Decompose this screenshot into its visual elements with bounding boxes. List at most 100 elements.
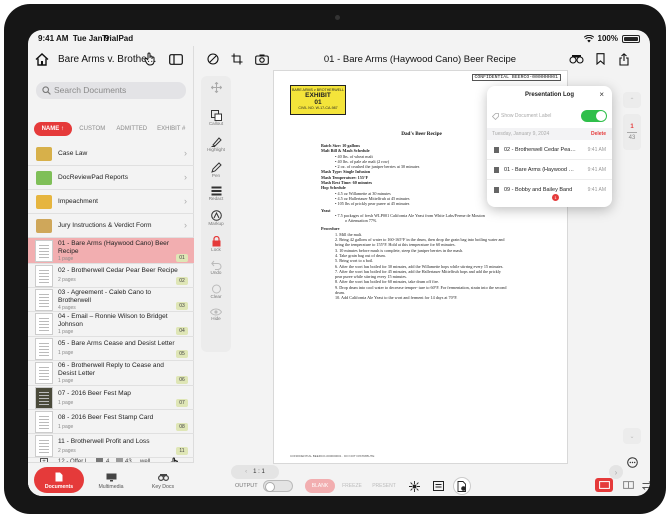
- sort-tab-exhibit[interactable]: EXHIBIT #: [153, 122, 191, 136]
- document-row-02[interactable]: 02 - Brotherwell Cedar Pear Beer Recipe …: [28, 264, 194, 288]
- crop-icon[interactable]: [229, 51, 245, 67]
- log-item-name: 01 - Bare Arms (Haywood Ca…: [504, 167, 576, 173]
- document-row-05[interactable]: 05 - Bare Arms Cease and Desist Letter 1…: [28, 337, 194, 361]
- chevron-left-icon[interactable]: ‹: [245, 469, 247, 475]
- swap-icon[interactable]: [641, 478, 650, 492]
- freeze-button[interactable]: FREEZE: [337, 479, 367, 493]
- sort-tab-custom[interactable]: CUSTOM: [74, 122, 112, 136]
- display-mode-single[interactable]: [595, 478, 613, 492]
- tool-undo[interactable]: Undo: [201, 260, 231, 275]
- tool-clear[interactable]: Clear: [201, 284, 231, 299]
- tool-markup[interactable]: Markup: [201, 210, 231, 226]
- exhibit-sticker[interactable]: BARE ARMS v BROTHERWELL EXHIBIT 01 CIVIL…: [290, 85, 346, 115]
- tool-label: Pen: [211, 173, 221, 178]
- document-title: 06 - Brotherwell Reply to Cease and Desi…: [58, 362, 164, 377]
- display-mode-split[interactable]: [619, 478, 637, 492]
- exhibit-label: EXHIBIT: [305, 92, 331, 99]
- sort-tab-name[interactable]: NAME ↑: [34, 122, 72, 136]
- status-app-name: TrialPad: [102, 34, 134, 43]
- presentation-bar: OUTPUT BLANK FREEZE PRESENT: [195, 476, 650, 496]
- output-toggle[interactable]: [263, 480, 293, 492]
- more-icon: [626, 456, 638, 468]
- delete-button[interactable]: Delete: [591, 131, 606, 137]
- document-pages: 1 page: [58, 378, 74, 384]
- folder-icon: [36, 219, 52, 233]
- tool-callout[interactable]: Callout: [201, 110, 231, 126]
- log-item[interactable]: 09 - Bobby and Bailey Band 9:41 AM 1: [487, 180, 612, 201]
- laser-pointer-icon[interactable]: [407, 479, 421, 493]
- document-row-04[interactable]: 04 - Email – Ronnie Wilson to Bridget Jo…: [28, 312, 194, 337]
- log-item-name: 09 - Bobby and Bailey Band: [504, 187, 573, 193]
- tool-pen[interactable]: Pen: [201, 162, 231, 178]
- exhibit-stamp-icon[interactable]: [567, 51, 585, 67]
- folder-title: Jury Instructions & Verdict Form: [58, 222, 152, 229]
- page-indicator: 1 : 1: [253, 469, 265, 475]
- folder-row-case-law[interactable]: Case Law ›: [28, 142, 194, 166]
- document-row-08[interactable]: 08 - 2016 Beer Fest Stamp Card 1 page 08: [28, 410, 194, 434]
- document-pages: 1 page: [58, 329, 74, 335]
- show-label-toggle[interactable]: [581, 110, 607, 122]
- output-label: OUTPUT: [235, 483, 258, 489]
- document-thumbnail: [35, 265, 53, 287]
- tool-move[interactable]: [201, 82, 231, 93]
- document-row-06[interactable]: 06 - Brotherwell Reply to Cease and Desi…: [28, 361, 194, 386]
- tab-label: Documents: [44, 484, 74, 490]
- hand-pointer-icon[interactable]: [142, 51, 158, 67]
- rail-divider: [627, 131, 637, 133]
- exhibit-number-badge: 04: [176, 327, 188, 335]
- split-screen-icon: [622, 481, 634, 489]
- rail-up-button[interactable]: ⌃: [623, 92, 641, 108]
- tab-documents[interactable]: Documents: [34, 467, 84, 493]
- folder-row-impeachment[interactable]: Impeachment ›: [28, 190, 194, 214]
- tool-label: Clear: [210, 294, 222, 299]
- log-item[interactable]: 02 - Brotherwell Cedar Pear… 9:41 AM: [487, 140, 612, 160]
- folder-icon: [36, 171, 52, 185]
- exhibit-number-badge: 02: [176, 277, 188, 285]
- status-right: 100%: [583, 34, 640, 43]
- exhibit-number-badge: 08: [176, 423, 188, 431]
- no-annotation-icon[interactable]: [205, 51, 221, 67]
- document-row-01[interactable]: 01 - Bare Arms (Haywood Cano) Beer Recip…: [28, 238, 194, 264]
- more-button[interactable]: [623, 454, 641, 470]
- blank-button[interactable]: BLANK: [305, 479, 335, 493]
- document-row-07[interactable]: 07 - 2016 Beer Fest Map 1 page 07: [28, 386, 194, 410]
- rail-down-button[interactable]: ⌄: [623, 428, 641, 444]
- undo-icon: [210, 260, 221, 270]
- document-pages: 2 pages: [58, 448, 76, 454]
- tool-hide[interactable]: Hide: [201, 308, 231, 321]
- document-title: 05 - Bare Arms Cease and Desist Letter: [58, 340, 175, 347]
- document-row-03[interactable]: 03 - Agreement - Caleb Cano to Brotherwe…: [28, 288, 194, 312]
- camera-icon[interactable]: [253, 51, 271, 67]
- document-title-header: 01 - Bare Arms (Haywood Cano) Beer Recip…: [323, 54, 517, 65]
- presentation-log-button[interactable]: [453, 477, 471, 495]
- share-icon[interactable]: [617, 51, 631, 67]
- bookmark-icon[interactable]: [593, 51, 607, 67]
- log-date: Tuesday, January 9, 2024: [492, 131, 550, 137]
- rail-page-counter[interactable]: 1 43: [623, 114, 641, 150]
- tool-redact[interactable]: Redact: [201, 186, 231, 201]
- tool-highlight[interactable]: Highlight: [201, 136, 231, 152]
- front-camera: [335, 15, 340, 20]
- log-item[interactable]: 01 - Bare Arms (Haywood Ca… 9:41 AM: [487, 160, 612, 180]
- tool-lock[interactable]: Lock: [201, 236, 231, 252]
- close-icon[interactable]: ×: [599, 90, 604, 99]
- document-icon: [494, 167, 499, 173]
- search-input[interactable]: [54, 85, 182, 95]
- callout-icon: [210, 110, 222, 121]
- exhibit-number-badge: 05: [176, 350, 188, 358]
- status-time: 9:41 AM Tue Jan 9: [38, 34, 110, 43]
- sidebar-toggle-icon[interactable]: [168, 51, 184, 67]
- folder-row-jury-instructions[interactable]: Jury Instructions & Verdict Form ›: [28, 214, 194, 238]
- document-pages: 1 page: [58, 400, 74, 406]
- folder-icon: [36, 147, 52, 161]
- tab-multimedia[interactable]: Multimedia: [86, 467, 136, 493]
- present-button[interactable]: PRESENT: [369, 479, 399, 493]
- home-icon[interactable]: [34, 51, 50, 67]
- log-item-time: 9:41 AM: [587, 147, 606, 153]
- folder-row-docreviewpad[interactable]: DocReviewPad Reports ›: [28, 166, 194, 190]
- document-row-11[interactable]: 11 - Brotherwell Profit and Loss 2 pages…: [28, 434, 194, 458]
- wifi-icon: [583, 34, 594, 42]
- sort-tab-admitted[interactable]: ADMITTED: [113, 122, 151, 136]
- notes-icon[interactable]: [431, 479, 445, 493]
- tab-key-docs[interactable]: Key Docs: [138, 467, 188, 493]
